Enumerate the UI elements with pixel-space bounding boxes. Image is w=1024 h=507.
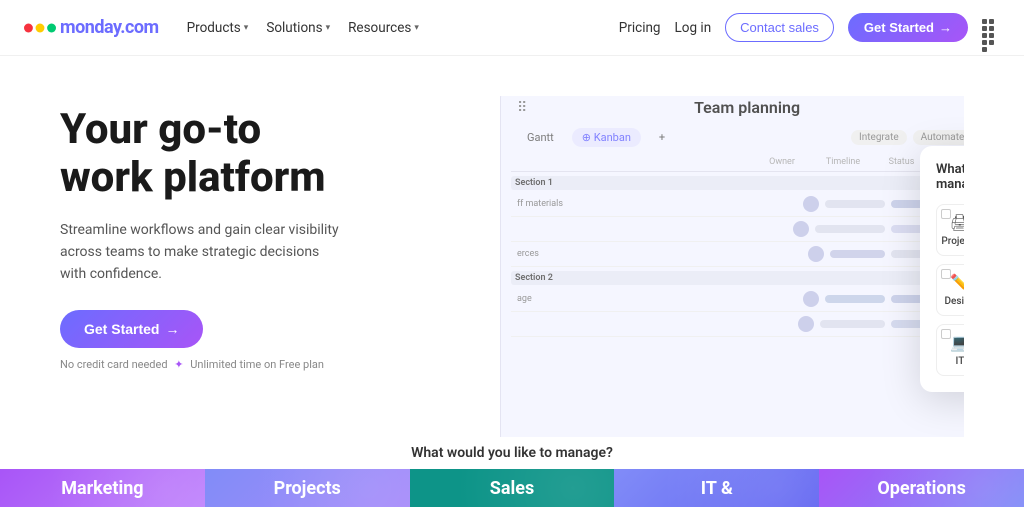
apps-grid-icon[interactable]	[982, 19, 1000, 37]
dashboard-tabs: Gantt ⊕ Kanban + Integrate Automate / 2	[517, 128, 964, 147]
design-label: Design	[945, 296, 965, 307]
nav-products[interactable]: Products ▾	[187, 20, 249, 36]
dashboard-preview: ⠿ Team planning ··· Gantt ⊕ Kanban + Int…	[500, 96, 964, 437]
modal-title: What would you like to manage?	[936, 162, 964, 192]
bottom-section: What would you like to manage? Marketing…	[0, 437, 1024, 507]
projects-icon: 🖨	[950, 213, 964, 232]
nav-login[interactable]: Log in	[675, 20, 712, 36]
nav-right: Pricing Log in Contact sales Get Started…	[619, 13, 1000, 42]
it-icon: 💻	[950, 333, 964, 352]
table-row: ff materialsSep 02	[511, 192, 964, 217]
design-icon: ✏️	[950, 273, 964, 292]
table-row: ageSep 02	[511, 287, 964, 312]
nav-links: Products ▾ Solutions ▾ Resources ▾	[187, 20, 419, 36]
modal-item-projects[interactable]: 🖨 Projects	[936, 204, 964, 256]
logo[interactable]: monday.com	[24, 17, 159, 38]
hero-cta-button[interactable]: Get Started →	[60, 310, 203, 348]
bottom-card-marketing[interactable]: Marketing	[0, 469, 205, 507]
it-label: IT	[956, 356, 964, 367]
automate-button[interactable]: Automate / 2	[913, 130, 964, 145]
modal-item-it[interactable]: 💻 IT	[936, 324, 964, 376]
bottom-card-projects[interactable]: Projects	[205, 469, 410, 507]
navbar: monday.com Products ▾ Solutions ▾ Resour…	[0, 0, 1024, 56]
nav-solutions[interactable]: Solutions ▾	[266, 20, 330, 36]
logo-wordmark: monday.com	[60, 17, 159, 38]
manage-modal: What would you like to manage? 🖨 Project…	[920, 146, 964, 392]
bottom-card-sales[interactable]: Sales	[410, 469, 615, 507]
hero-right: ⠿ Team planning ··· Gantt ⊕ Kanban + Int…	[480, 96, 964, 437]
bottom-card-operations[interactable]: Operations	[819, 469, 1024, 507]
nav-resources[interactable]: Resources ▾	[348, 20, 419, 36]
hero-left: Your go-to work platform Streamline work…	[60, 96, 480, 437]
tab-kanban[interactable]: ⊕ Kanban	[572, 128, 641, 147]
hero-subtitle: Streamline workflows and gain clear visi…	[60, 219, 340, 286]
tab-add[interactable]: +	[649, 128, 675, 147]
table-row: Sep 05	[511, 217, 964, 242]
hero-title: Your go-to work platform	[60, 106, 480, 203]
modal-item-design[interactable]: ✏️ Design	[936, 264, 964, 316]
table-row: Sep 06	[511, 312, 964, 337]
get-started-nav-button[interactable]: Get Started →	[848, 13, 968, 42]
bottom-title: What would you like to manage?	[411, 445, 613, 461]
table-row: ercesSep 12	[511, 242, 964, 267]
modal-items-grid: 🖨 Projects ☑ Tasks 📣 Marketing	[936, 204, 964, 376]
bottom-cards: Marketing Projects Sales IT & Operations	[0, 469, 1024, 507]
projects-label: Projects	[941, 236, 964, 247]
contact-sales-button[interactable]: Contact sales	[725, 13, 834, 42]
dashboard-title: Team planning	[694, 98, 800, 117]
hero-section: Your go-to work platform Streamline work…	[0, 56, 1024, 437]
nav-pricing[interactable]: Pricing	[619, 20, 661, 36]
hero-note: No credit card needed ✦ Unlimited time o…	[60, 358, 480, 371]
dashboard-header: ⠿ Team planning ···	[501, 96, 964, 128]
checkbox-design[interactable]	[941, 269, 951, 279]
integrate-button[interactable]: Integrate	[851, 130, 907, 145]
tab-gantt[interactable]: Gantt	[517, 128, 564, 147]
checkbox-projects[interactable]	[941, 209, 951, 219]
checkbox-it[interactable]	[941, 329, 951, 339]
bottom-card-it[interactable]: IT &	[614, 469, 819, 507]
